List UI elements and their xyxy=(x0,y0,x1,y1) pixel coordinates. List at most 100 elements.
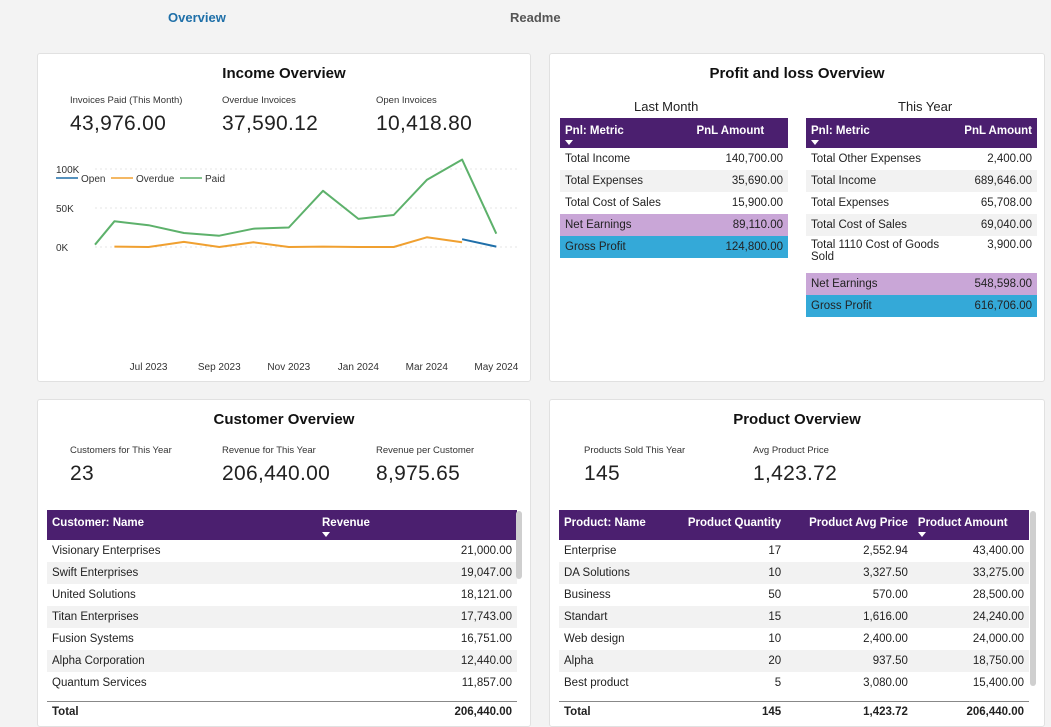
table-total-row: Total 206,440.00 xyxy=(47,700,517,723)
table-row: Total Income 140,700.00 xyxy=(560,148,788,170)
series-line-open xyxy=(461,238,497,248)
table-cell: Fusion Systems xyxy=(52,633,134,645)
kpi-label: Revenue for This Year xyxy=(222,445,316,456)
sort-descending-icon xyxy=(565,140,573,145)
column-header[interactable]: Revenue xyxy=(317,510,517,540)
table-header-row: Customer: Name Revenue xyxy=(47,510,517,540)
table-cell: 616,706.00 xyxy=(959,295,1037,317)
column-header[interactable]: Product Avg Price xyxy=(786,510,913,540)
column-header[interactable]: Pnl: Metric xyxy=(560,118,692,148)
table-cell: Total Expenses xyxy=(560,170,692,192)
kpi-value: 145 xyxy=(584,462,620,485)
pnl-this-year-table: Pnl: Metric PnL Amount Total Other Expense… xyxy=(806,118,1037,317)
series-line-paid xyxy=(94,158,498,246)
table-header-row: Product: Name Product Quantity Product Avg… xyxy=(559,510,1029,540)
table-cell: Alpha Corporation xyxy=(47,650,317,672)
legend-label: Paid xyxy=(205,174,225,185)
kpi-label: Products Sold This Year xyxy=(584,445,686,456)
table-cell: Visionary Enterprises xyxy=(52,545,161,557)
column-header[interactable]: Product Quantity xyxy=(665,510,787,540)
product-table-scrollbar[interactable] xyxy=(1030,511,1036,686)
customer-table-scrollbar[interactable] xyxy=(516,511,522,579)
table-cell: 570.00 xyxy=(872,589,908,601)
table-cell: 11,857.00 xyxy=(461,677,512,689)
table-row: Visionary Enterprises 21,000.00 xyxy=(47,540,517,562)
column-header[interactable]: PnL Amount xyxy=(691,118,788,148)
table-row: Standart 15 1,616.00 24,240.00 xyxy=(559,606,1029,628)
product-overview-title: Product Overview xyxy=(733,411,861,428)
table-cell: 33,275.00 xyxy=(912,562,1029,584)
table-row: Best product 5 3,080.00 15,400.00 xyxy=(559,672,1029,694)
table-row: Business 50 570.00 28,500.00 xyxy=(559,584,1029,606)
table-cell: 24,000.00 xyxy=(972,633,1024,645)
table-cell: 2,400.00 xyxy=(987,153,1032,165)
sort-descending-icon xyxy=(917,532,926,537)
table-cell: Total Income xyxy=(565,153,631,165)
table-cell: Enterprise xyxy=(564,545,617,557)
column-header[interactable]: Product: Name xyxy=(559,510,666,540)
table-cell: 65,708.00 xyxy=(980,197,1032,209)
kpi-value: 206,440.00 xyxy=(222,462,331,485)
table-cell: DA Solutions xyxy=(559,562,666,584)
table-cell: 2,400.00 xyxy=(863,633,908,645)
total-cell: 145 xyxy=(665,700,787,723)
table-row: Web design 10 2,400.00 24,000.00 xyxy=(559,628,1029,650)
sort-descending-icon xyxy=(322,532,330,537)
table-header-row: Pnl: Metric PnL Amount xyxy=(560,118,788,148)
legend-label: Open xyxy=(81,174,105,185)
kpi-label: Revenue per Customer xyxy=(376,445,475,456)
x-tick-label: May 2024 xyxy=(474,362,518,373)
pnl-overview-title: Profit and loss Overview xyxy=(709,65,885,82)
table-cell: Alpha xyxy=(559,650,666,672)
table-row: Enterprise 17 2,552.94 43,400.00 xyxy=(559,540,1029,562)
pnl-last-month-table: Pnl: Metric PnL Amount Total Income 140,700… xyxy=(560,118,788,258)
column-header[interactable]: Product Amount xyxy=(912,510,1029,540)
table-cell: Quantum Services xyxy=(52,677,147,689)
table-cell: 17 xyxy=(768,545,782,557)
pnl-overview-card: Profit and loss Overview Last Month This… xyxy=(549,53,1045,382)
y-tick-label: 50K xyxy=(56,204,74,215)
y-tick-label: 100K xyxy=(56,165,80,176)
total-cell: 1,423.72 xyxy=(786,700,913,723)
column-header[interactable]: Pnl: Metric xyxy=(806,118,960,148)
total-cell: 206,440.00 xyxy=(912,700,1029,723)
table-cell: 5 xyxy=(774,677,782,689)
kpi-avg-product-price: Avg Product Price 1,423.72 xyxy=(753,445,837,486)
customer-overview-title: Customer Overview xyxy=(213,411,355,428)
table-row: Swift Enterprises 19,047.00 xyxy=(47,562,517,584)
table-cell: 19,047.00 xyxy=(317,562,517,584)
table-cell: Business xyxy=(564,589,611,601)
last-month-title: Last Month xyxy=(634,99,699,114)
table-cell: 24,240.00 xyxy=(912,606,1029,628)
x-tick-label: Nov 2023 xyxy=(267,362,310,373)
column-header[interactable]: PnL Amount xyxy=(959,118,1037,148)
income-overview-title: Income Overview xyxy=(222,65,346,82)
table-cell: 15,900.00 xyxy=(731,197,783,209)
table-row: Alpha Corporation 12,440.00 xyxy=(47,650,517,672)
table-spacer xyxy=(47,694,517,701)
table-cell: 28,500.00 xyxy=(972,589,1024,601)
table-cell: Total Income xyxy=(806,170,960,192)
column-header[interactable]: Customer: Name xyxy=(47,510,317,540)
table-cell: 3,327.50 xyxy=(786,562,913,584)
kpi-label: Customers for This Year xyxy=(70,445,172,456)
table-spacer xyxy=(559,694,1029,701)
table-cell: Total Other Expenses xyxy=(811,153,921,165)
table-row: DA Solutions 10 3,327.50 33,275.00 xyxy=(559,562,1029,584)
table-row: Total Cost of Sales 15,900.00 xyxy=(560,192,788,214)
series-line-overdue xyxy=(114,236,463,248)
table-cell: 69,040.00 xyxy=(959,214,1037,236)
kpi-revenue: Revenue for This Year 206,440.00 xyxy=(222,445,330,486)
table-cell: 15 xyxy=(665,606,787,628)
tab-readme[interactable]: Readme xyxy=(510,10,561,25)
tab-overview[interactable]: Overview xyxy=(168,10,226,25)
kpi-value: 8,975.65 xyxy=(376,462,461,485)
table-row: Gross Profit 616,706.00 xyxy=(806,295,1037,317)
table-cell: 1,616.00 xyxy=(786,606,913,628)
table-row: Total Cost of Sales 69,040.00 xyxy=(806,214,1037,236)
product-overview-card: Product Overview Products Sold This Year… xyxy=(549,399,1045,727)
table-cell: 18,121.00 xyxy=(460,589,512,601)
x-tick-label: Sep 2023 xyxy=(198,362,241,373)
table-row: Net Earnings 89,110.00 xyxy=(560,214,788,236)
table-total-row: Total 145 1,423.72 206,440.00 xyxy=(559,700,1029,723)
